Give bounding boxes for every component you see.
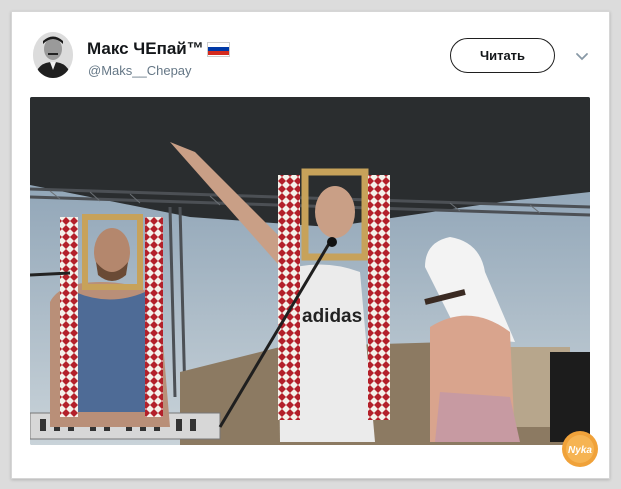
- watermark-badge-icon: Nyka: [562, 431, 598, 467]
- shirt-text: adidas: [302, 306, 362, 327]
- author-handle[interactable]: @Maks__Chepay: [88, 63, 192, 78]
- russia-flag-icon: [206, 41, 230, 57]
- avatar[interactable]: [33, 32, 73, 78]
- author-name-row: Макс ЧЕпай™: [87, 39, 230, 59]
- stage-performance-image: adidas: [30, 97, 590, 445]
- author-name[interactable]: Макс ЧЕпай™: [87, 39, 204, 59]
- tweet-card: Макс ЧЕпай™ @Maks__Chepay Читать adidas …: [11, 11, 610, 479]
- avatar-portrait-icon: [33, 32, 73, 78]
- chevron-down-icon[interactable]: [575, 52, 589, 62]
- follow-button[interactable]: Читать: [450, 38, 555, 73]
- watermark-text: Nyka: [568, 445, 592, 456]
- watermark-logo: Nyka: [561, 430, 599, 468]
- tweet-photo[interactable]: adidas: [30, 97, 590, 445]
